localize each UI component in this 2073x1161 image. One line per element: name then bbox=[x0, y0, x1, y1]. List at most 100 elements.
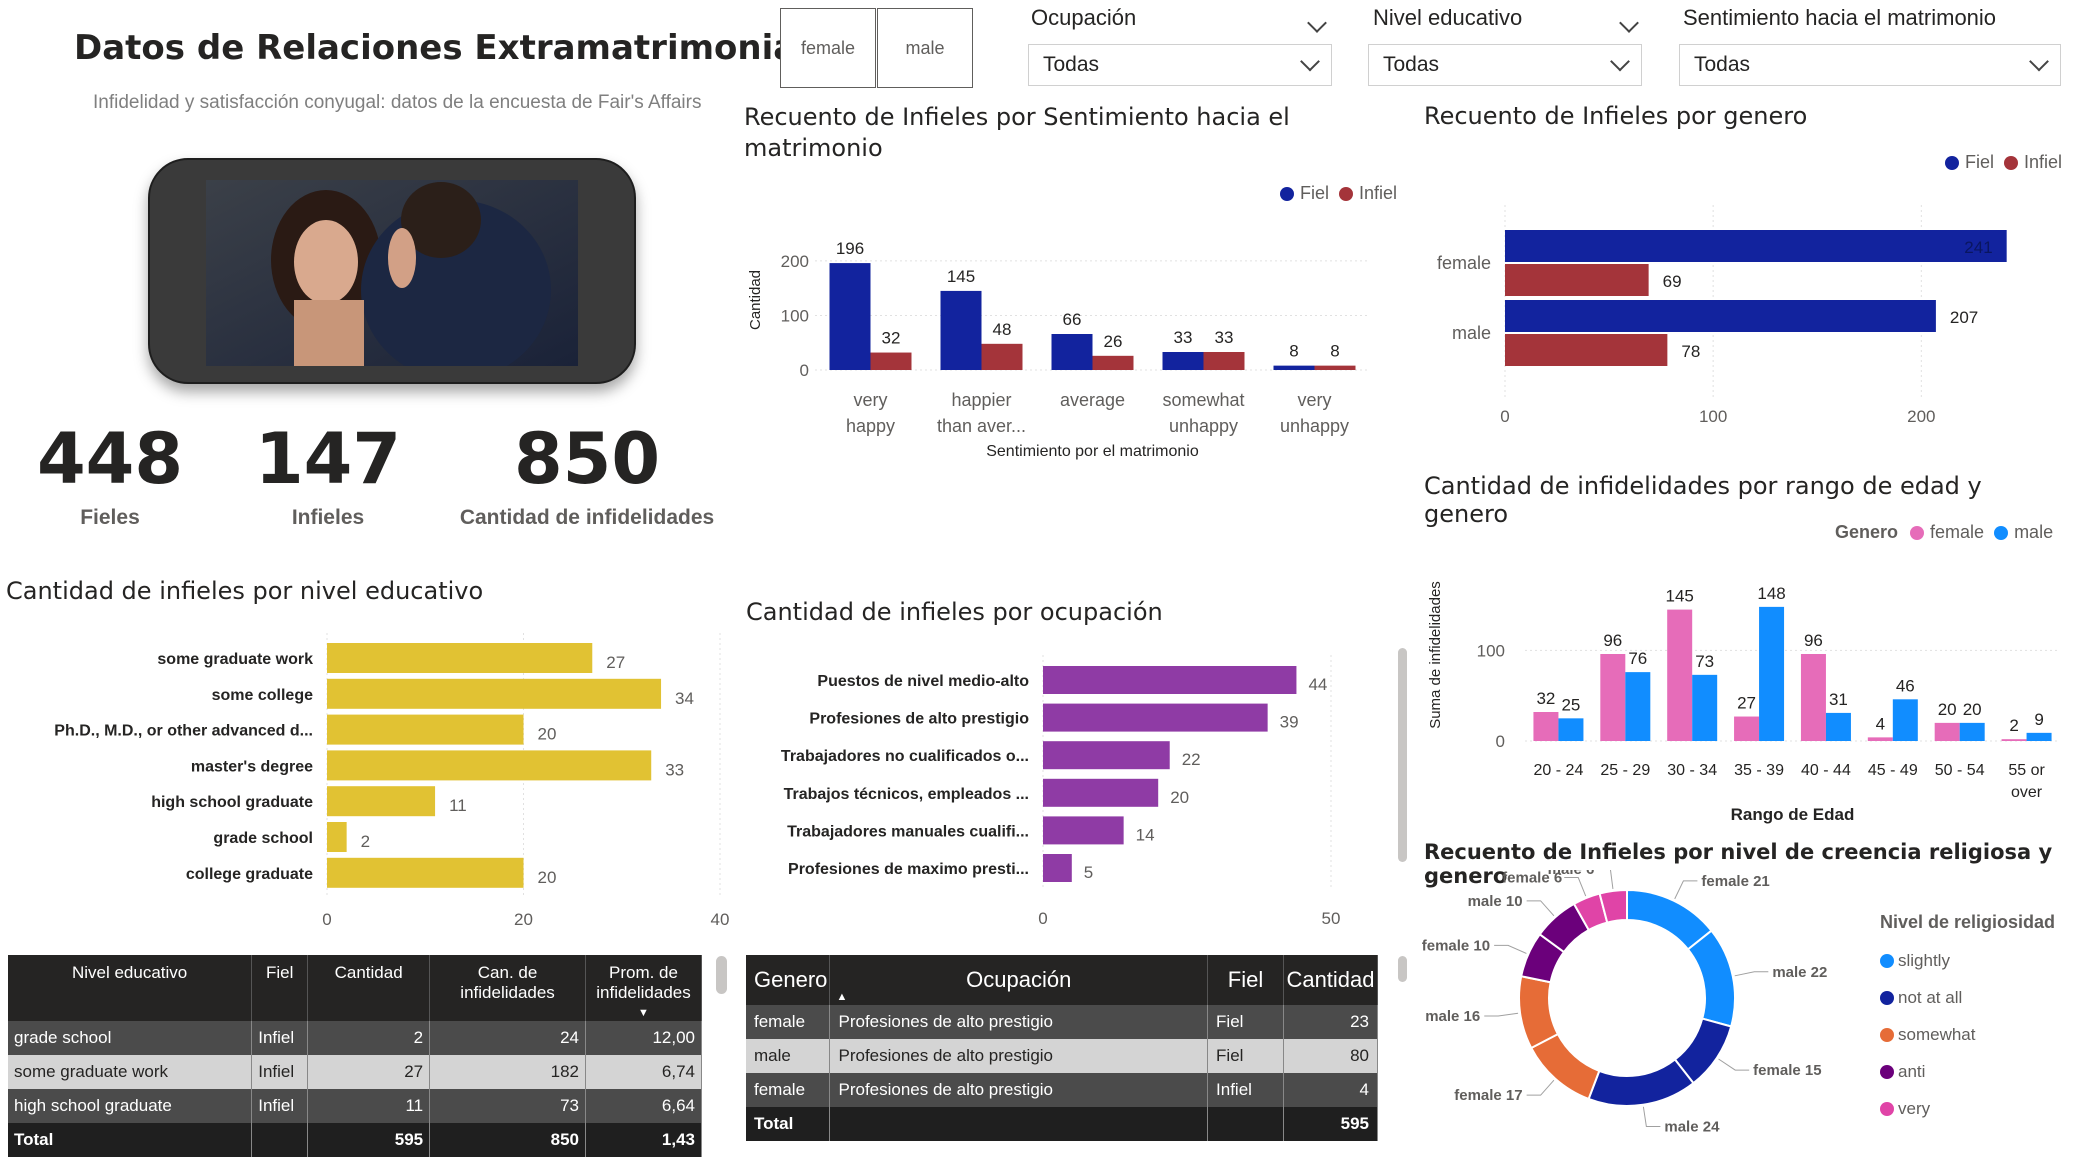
table-row[interactable]: female Profesiones de alto prestigio Fiel 2… bbox=[746, 1005, 1379, 1039]
bar-female bbox=[1800, 654, 1826, 741]
sort-desc-icon[interactable]: ▼ bbox=[638, 1007, 649, 1019]
kpi-infidelidades-label: Cantidad de infidelidades bbox=[459, 506, 715, 529]
donut-data-label: male 16 bbox=[1425, 1008, 1480, 1025]
sort-asc-icon[interactable]: ▲ bbox=[836, 991, 847, 1003]
y-tick-label: 100 bbox=[781, 306, 809, 325]
x-tick-label: 25 - 29 bbox=[1600, 762, 1650, 779]
y-tick-label: Trabajos técnicos, empleados ... bbox=[784, 786, 1029, 803]
chart-edad-title: Cantidad de infidelidades por rango de e… bbox=[1424, 472, 1982, 528]
kpi-fieles-value: 448 bbox=[36, 418, 184, 500]
legend-dot-fiel bbox=[1280, 186, 1294, 201]
chart-religion: female 21 male 22 female 15 male 24 female 1… bbox=[1422, 870, 1827, 1136]
leader-line bbox=[1526, 900, 1555, 917]
bar-ocupacion bbox=[1043, 703, 1268, 732]
data-label: 27 bbox=[1737, 694, 1756, 713]
bar-educacion bbox=[327, 678, 662, 709]
table-cell: 24 bbox=[429, 1021, 586, 1055]
gender-button-female[interactable]: female bbox=[780, 8, 876, 88]
couple-photo bbox=[206, 180, 578, 366]
bar-male bbox=[1825, 712, 1851, 741]
data-label: 33 bbox=[1174, 328, 1193, 347]
col-header-prom-infidelidades[interactable]: Prom. de infidelidades ▼ bbox=[585, 955, 702, 1021]
chart-ocupacion: 0 50 Puestos de nivel medio-alto 44 Profesio… bbox=[781, 655, 1340, 928]
x-tick-label: 30 - 34 bbox=[1667, 762, 1717, 779]
chart-educacion: 0 20 40 some graduate work 27 some college 34 P… bbox=[54, 633, 730, 929]
bar-male bbox=[1892, 699, 1918, 741]
y-tick-label: master's degree bbox=[191, 758, 313, 775]
chevron-down-icon[interactable] bbox=[1307, 13, 1327, 33]
bar-female bbox=[1600, 654, 1626, 741]
slicer-sentimiento-dropdown[interactable]: Todas bbox=[1679, 44, 2061, 86]
y-tick-label: 100 bbox=[1477, 641, 1505, 660]
data-label: 27 bbox=[606, 653, 625, 672]
bar-ocupacion bbox=[1043, 741, 1170, 770]
x-tick-label: 200 bbox=[1907, 407, 1935, 426]
data-label: 148 bbox=[1757, 584, 1785, 603]
scrollbar-table-ocupacion[interactable] bbox=[1398, 956, 1407, 982]
table-row[interactable]: high school graduate Infiel 11 73 6,64 bbox=[8, 1089, 702, 1123]
chart-genero-title: Recuento de Infieles por genero bbox=[1424, 102, 1808, 130]
data-label: 69 bbox=[1663, 272, 1682, 291]
bar-male bbox=[1959, 722, 1985, 741]
table-cell: grade school bbox=[8, 1021, 253, 1055]
data-label: 48 bbox=[993, 320, 1012, 339]
table-cell: Profesiones de alto prestigio bbox=[829, 1039, 1209, 1073]
bar-infiel bbox=[1314, 365, 1356, 370]
x-tick-label: happy bbox=[846, 416, 895, 436]
x-tick-label: 100 bbox=[1699, 407, 1727, 426]
legend-fiel: Fiel bbox=[1300, 183, 1330, 203]
data-label: 20 bbox=[1938, 700, 1957, 719]
col-header-ocupacion[interactable]: Ocupación ▲ bbox=[829, 955, 1209, 1005]
scrollbar-table-educacion[interactable] bbox=[716, 956, 727, 994]
table-cell: 182 bbox=[429, 1055, 586, 1089]
data-label: 73 bbox=[1695, 652, 1714, 671]
donut-data-label: female 10 bbox=[1422, 937, 1490, 954]
table-row[interactable]: male Profesiones de alto prestigio Fiel 80 bbox=[746, 1039, 1379, 1073]
bar-infiel bbox=[981, 343, 1023, 370]
table-total-cell bbox=[251, 1123, 309, 1157]
donut-slice bbox=[1686, 929, 1736, 1028]
x-tick-label: happier bbox=[951, 390, 1011, 410]
table-row[interactable]: some graduate work Infiel 27 182 6,74 bbox=[8, 1055, 702, 1089]
col-header-can-infidelidades[interactable]: Can. de infidelidades bbox=[429, 955, 586, 1021]
x-tick-label: very bbox=[1297, 390, 1331, 410]
data-label: 20 bbox=[1963, 700, 1982, 719]
table-educacion: Nivel educativo Fiel Cantidad Can. de in… bbox=[8, 955, 702, 1157]
col-header-fiel[interactable]: Fiel bbox=[1207, 955, 1284, 1005]
donut-data-label: female 15 bbox=[1753, 1062, 1821, 1079]
x-tick-label: average bbox=[1060, 390, 1125, 410]
scrollbar-ocupacion[interactable] bbox=[1398, 648, 1407, 862]
donut-slice bbox=[1587, 1058, 1695, 1107]
col-header-ocupacion-label: Ocupación bbox=[966, 967, 1072, 992]
data-label: 145 bbox=[1666, 587, 1694, 606]
col-header-cantidad[interactable]: Cantidad bbox=[1283, 955, 1379, 1005]
legend-dot-fiel bbox=[1945, 155, 1959, 170]
data-label: 241 bbox=[1964, 238, 1992, 257]
bar-infiel bbox=[1203, 352, 1245, 370]
table-row[interactable]: female Profesiones de alto prestigio Infie… bbox=[746, 1073, 1379, 1107]
legend-label: not at all bbox=[1898, 987, 1963, 1007]
chevron-down-icon[interactable] bbox=[1619, 13, 1639, 33]
data-label: 66 bbox=[1063, 310, 1082, 329]
table-total-cell: 850 bbox=[429, 1123, 586, 1157]
table-cell: female bbox=[746, 1073, 831, 1107]
col-header-fiel[interactable]: Fiel bbox=[251, 955, 309, 1021]
x-tick-label: 40 bbox=[711, 910, 730, 929]
page-title: Datos de Relaciones Extramatrimoniales bbox=[74, 28, 852, 68]
slicer-ocupacion-dropdown[interactable]: Todas bbox=[1028, 44, 1332, 86]
col-header-genero[interactable]: Genero bbox=[746, 955, 831, 1005]
table-cell: Infiel bbox=[1207, 1073, 1284, 1107]
slicer-educacion-dropdown[interactable]: Todas bbox=[1368, 44, 1642, 86]
gender-button-male[interactable]: male bbox=[877, 8, 973, 88]
table-cell: 80 bbox=[1283, 1039, 1379, 1073]
table-cell: 73 bbox=[429, 1089, 586, 1123]
col-header-nivel[interactable]: Nivel educativo bbox=[8, 955, 253, 1021]
table-row[interactable]: grade school Infiel 2 24 12,00 bbox=[8, 1021, 702, 1055]
donut-data-label: male 22 bbox=[1772, 964, 1827, 981]
kpi-fieles-label: Fieles bbox=[80, 506, 140, 529]
bar-educacion bbox=[327, 750, 652, 781]
col-header-cantidad[interactable]: Cantidad bbox=[307, 955, 431, 1021]
y-tick-label: Puestos de nivel medio-alto bbox=[817, 673, 1029, 690]
legend-dot-male bbox=[1994, 525, 2009, 540]
legend-fiel: Fiel bbox=[1965, 152, 1995, 172]
